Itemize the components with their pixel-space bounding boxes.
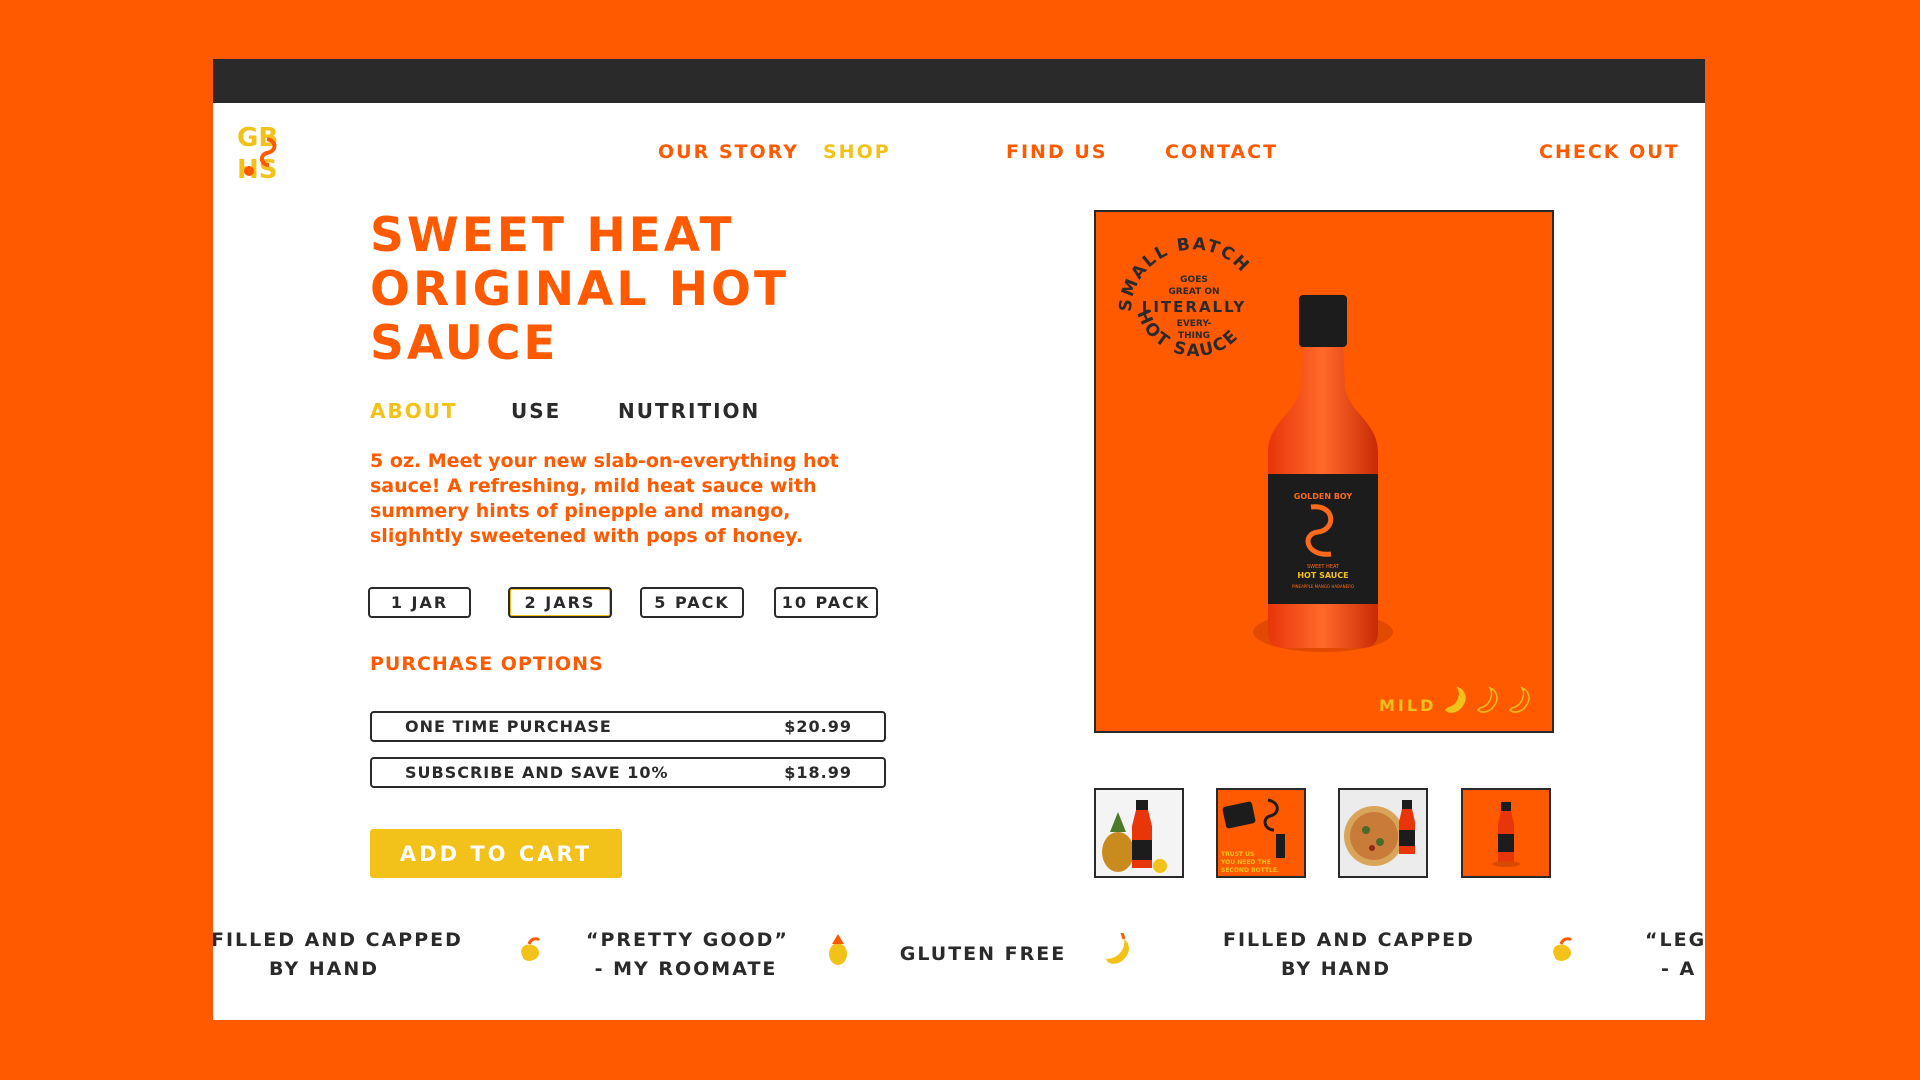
- ticker-item: GLUTEN FREE: [899, 943, 1067, 965]
- heat-label: MILD: [1379, 696, 1437, 715]
- tab-about[interactable]: ABOUT: [370, 399, 458, 423]
- bottle-label-line: SWEET HEAT: [1307, 564, 1340, 570]
- qty-5-pack-button[interactable]: 5 PACK: [640, 587, 744, 618]
- bottle-thumb-icon: [1492, 802, 1520, 867]
- pepper-outline-icon: [1476, 686, 1498, 713]
- pepper-outline-icon: [1508, 686, 1530, 713]
- ticker-line: - MY ROOMATE: [594, 958, 778, 980]
- nav-our-story[interactable]: OUR STORY: [658, 141, 799, 163]
- ticker-line: BY HAND: [1280, 958, 1392, 980]
- option-price: $18.99: [784, 763, 852, 782]
- trust-us-thumb-icon: TRUST US YOU NEED THE SECOND BOTTLE.: [1220, 798, 1285, 874]
- app-window: GB HS OUR STORY SHOP FIND US CONTACT CHE…: [213, 59, 1705, 1020]
- gbhs-logo[interactable]: GB HS: [237, 121, 289, 181]
- logo-pepper-mark: [244, 166, 254, 176]
- bottle-label-line: HOT SAUCE: [1297, 571, 1348, 580]
- ticker-item: FILLED AND CAPPED BY HAND: [213, 926, 463, 984]
- thumbnail-pineapple[interactable]: [1094, 788, 1184, 878]
- logo-text-bottom: HS: [237, 155, 278, 181]
- option-price: $20.99: [784, 717, 852, 736]
- product-hero-image: SMALL BATCH HOT SAUCE GOES GREAT ON LITE…: [1094, 210, 1554, 733]
- thumbnail-trust-us[interactable]: TRUST US YOU NEED THE SECOND BOTTLE.: [1216, 788, 1306, 878]
- ticker-line: BY HAND: [268, 958, 380, 980]
- tab-nutrition[interactable]: NUTRITION: [618, 399, 760, 423]
- product-title-line: ORIGINAL HOT: [370, 262, 790, 317]
- heat-meter: [1444, 686, 1530, 713]
- stamp-inner-line: LITERALLY: [1142, 298, 1246, 316]
- ticker-item: “PRETTY GOOD” - MY ROOMATE: [586, 926, 789, 984]
- nav-shop[interactable]: SHOP: [823, 141, 891, 163]
- qty-2-jars-button[interactable]: 2 JARS: [508, 587, 612, 618]
- mango-icon: [521, 937, 541, 961]
- pineapple-bottle-thumb-icon: [1102, 800, 1167, 873]
- svg-text:YOU NEED THE: YOU NEED THE: [1220, 859, 1271, 866]
- qty-1-jar-button[interactable]: 1 JAR: [368, 587, 471, 618]
- mango-icon: [1553, 937, 1573, 961]
- product-description: 5 oz. Meet your new slab-on-everything h…: [370, 450, 839, 547]
- svg-text:TRUST US: TRUST US: [1221, 851, 1254, 858]
- hero-illustration: SMALL BATCH HOT SAUCE GOES GREAT ON LITE…: [1116, 234, 1530, 713]
- product-title-line: SAUCE: [370, 316, 559, 371]
- bottle-brand-text: GOLDEN BOY: [1294, 492, 1353, 501]
- ticker-item: “LEGI - A T: [1645, 926, 1705, 984]
- nav-check-out[interactable]: CHECK OUT: [1539, 141, 1680, 163]
- ticker-line: “LEGI: [1645, 929, 1705, 951]
- option-subscribe-save[interactable]: SUBSCRIBE AND SAVE 10% $18.99: [370, 757, 886, 788]
- qty-10-pack-button[interactable]: 10 PACK: [774, 587, 878, 618]
- pineapple-icon: [829, 934, 847, 965]
- nav-find-us[interactable]: FIND US: [1006, 141, 1107, 163]
- browser-top-bar: [213, 59, 1705, 103]
- pizza-bottle-thumb-icon: [1344, 800, 1415, 866]
- svg-text:SECOND BOTTLE.: SECOND BOTTLE.: [1221, 867, 1279, 874]
- product-title: SWEET HEAT ORIGINAL HOT SAUCE: [370, 209, 890, 371]
- tab-use[interactable]: USE: [511, 399, 561, 423]
- pepper-icon: [1106, 933, 1129, 964]
- thumbnail-bottle[interactable]: [1461, 788, 1551, 878]
- small-batch-stamp-icon: SMALL BATCH HOT SAUCE GOES GREAT ON LITE…: [1116, 234, 1252, 361]
- stamp-inner-line: EVERY-: [1177, 319, 1212, 329]
- stamp-inner-line: GOES: [1180, 275, 1208, 285]
- purchase-options-label: PURCHASE OPTIONS: [370, 653, 604, 675]
- ticker-line: FILLED AND CAPPED: [213, 929, 463, 951]
- ticker-item: FILLED AND CAPPED BY HAND: [1223, 926, 1475, 984]
- hot-sauce-bottle-icon: GOLDEN BOY SWEET HEAT HOT SAUCE PINEAPPL…: [1268, 295, 1378, 648]
- ticker-line: “PRETTY GOOD”: [586, 929, 789, 951]
- ticker-line: FILLED AND CAPPED: [1223, 929, 1475, 951]
- pepper-filled-icon: [1444, 686, 1466, 713]
- option-one-time-purchase[interactable]: ONE TIME PURCHASE $20.99: [370, 711, 886, 742]
- add-to-cart-button[interactable]: ADD TO CART: [370, 829, 622, 878]
- stamp-inner-line: THING: [1178, 331, 1210, 341]
- bottle-label-line: PINEAPPLE MANGO HABANERO: [1292, 584, 1354, 589]
- option-label: ONE TIME PURCHASE: [405, 717, 612, 736]
- product-title-line: SWEET HEAT: [370, 208, 735, 263]
- thumbnail-pizza[interactable]: [1338, 788, 1428, 878]
- ticker-line: - A T: [1661, 958, 1705, 980]
- option-label: SUBSCRIBE AND SAVE 10%: [405, 763, 669, 782]
- nav-contact[interactable]: CONTACT: [1165, 141, 1278, 163]
- stamp-inner-line: GREAT ON: [1168, 287, 1219, 297]
